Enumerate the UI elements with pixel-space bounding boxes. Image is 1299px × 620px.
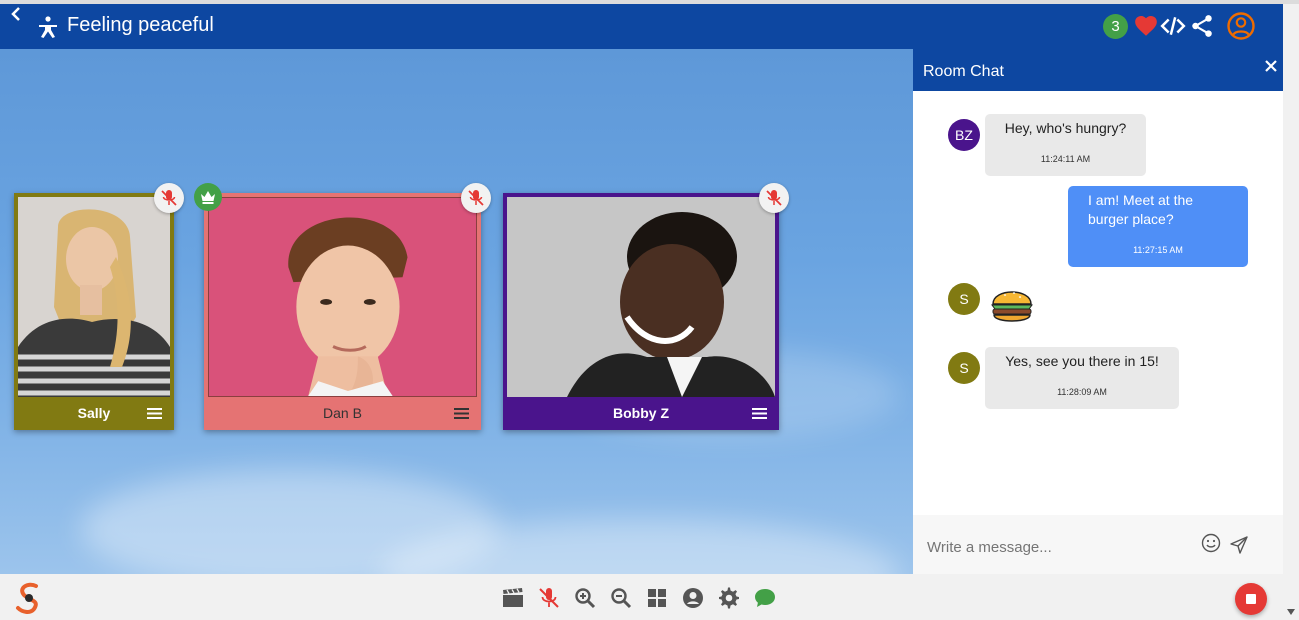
menu-icon[interactable] [454,407,469,420]
account-icon[interactable] [681,586,705,610]
mic-off-icon[interactable] [154,183,184,213]
participant-namebar: Dan B [204,398,481,430]
host-crown-icon [194,183,222,211]
participant-video-sally [18,197,170,397]
chat-title: Room Chat [923,63,1004,80]
grid-view-icon[interactable] [645,586,669,610]
person-meditation-icon [39,16,57,38]
room-chat-panel: Room Chat BZ Hey, who's hungry? 11:24:11… [913,49,1283,574]
participant-tile-sally[interactable]: Sally [14,193,174,430]
mic-off-icon[interactable] [461,183,491,213]
page-scrollbar[interactable] [1283,4,1299,620]
chat-icon[interactable] [753,586,777,610]
zoom-in-icon[interactable] [573,586,597,610]
chat-input-bar [913,515,1283,574]
settings-icon[interactable] [717,586,741,610]
message-time: 11:28:09 AM [1057,387,1107,397]
participant-tile-bobby-z[interactable]: Bobby Z [503,193,779,430]
chat-message-bubble: Yes, see you there in 15! 11:28:09 AM [985,347,1179,409]
chat-message-bubble-own: I am! Meet at the burger place? 11:27:15… [1068,186,1248,267]
message-text: Yes, see you there in 15! [1005,353,1159,369]
back-arrow-icon[interactable] [9,6,25,22]
avatar: S [948,352,980,384]
app-logo-icon [16,582,38,614]
menu-icon[interactable] [147,407,162,420]
video-stage: Sally Dan B Bobby Z [0,49,913,574]
participant-namebar: Bobby Z [503,398,779,430]
message-text: Hey, who's hungry? [1004,120,1127,136]
send-icon[interactable] [1229,535,1249,555]
mic-off-icon[interactable] [537,586,561,610]
participant-tile-dan-b[interactable]: Dan B [204,193,481,430]
avatar: S [948,283,980,315]
code-icon[interactable] [1160,13,1186,39]
message-time: 11:24:11 AM [1040,154,1091,164]
emoji-icon[interactable] [1201,533,1221,553]
scroll-down-arrow-icon[interactable] [1286,608,1296,616]
chat-header: Room Chat [913,49,1283,91]
mic-off-icon[interactable] [759,183,789,213]
participant-count-badge[interactable]: 3 [1103,14,1128,39]
participant-video-dan-b [208,197,477,397]
message-time: 11:27:15 AM [1133,245,1183,255]
bottom-toolbar [0,574,1283,620]
avatar: BZ [948,119,980,151]
stop-icon [1246,594,1256,604]
stop-button[interactable] [1235,583,1267,615]
account-circle-icon[interactable] [1226,11,1256,41]
message-input[interactable] [925,531,1189,563]
heart-icon[interactable] [1133,13,1159,39]
close-icon[interactable] [1264,59,1278,73]
app-header: Feeling peaceful 3 [0,4,1283,49]
zoom-out-icon[interactable] [609,586,633,610]
message-text: burger place? [1088,211,1174,227]
participant-namebar: Sally [14,398,174,430]
menu-icon[interactable] [752,407,767,420]
participant-video-bobby-z [507,197,775,397]
clapperboard-icon[interactable] [501,586,525,610]
share-icon[interactable] [1189,13,1215,39]
hamburger-emoji-icon [991,291,1033,322]
room-title: Feeling peaceful [67,14,214,36]
chat-message-bubble: Hey, who's hungry? 11:24:11 AM [985,114,1146,176]
participant-name: Dan B [323,405,362,421]
message-text: I am! Meet at the [1088,192,1194,208]
participant-name: Bobby Z [613,405,669,421]
